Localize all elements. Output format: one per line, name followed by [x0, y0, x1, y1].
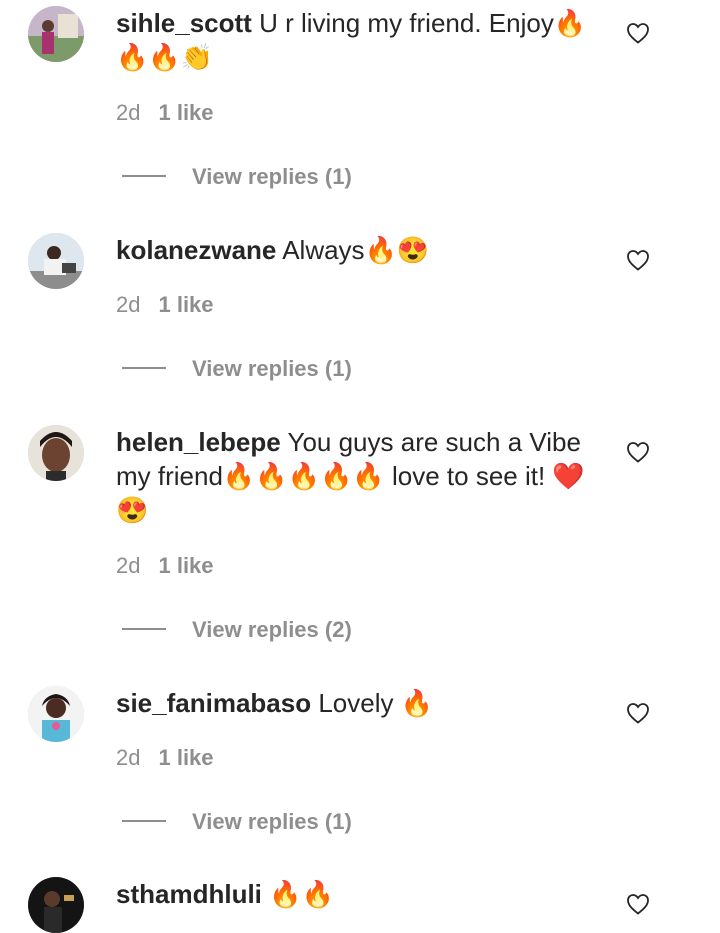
comment-meta: 2d 1 like: [116, 745, 214, 771]
view-replies-label[interactable]: View replies (1): [192, 356, 352, 381]
comment-likes[interactable]: 1 like: [158, 292, 213, 317]
comment-likes[interactable]: 1 like: [158, 100, 213, 125]
comment-time: 2d: [116, 100, 141, 125]
heart-outline-icon[interactable]: [626, 702, 650, 724]
heart-outline-icon[interactable]: [626, 22, 650, 44]
view-replies-button[interactable]: View replies (1): [122, 809, 352, 835]
comment-time: 2d: [116, 553, 141, 578]
avatar[interactable]: [28, 425, 84, 481]
comment-text: sie_fanimabaso Lovely 🔥: [116, 686, 596, 720]
view-replies-label[interactable]: View replies (1): [192, 809, 352, 834]
avatar[interactable]: [28, 233, 84, 289]
view-replies-button[interactable]: View replies (2): [122, 617, 352, 643]
comment-body: Lovely 🔥: [318, 688, 434, 718]
divider: [122, 175, 166, 178]
comment-time: 2d: [116, 292, 141, 317]
view-replies-label[interactable]: View replies (2): [192, 617, 352, 642]
heart-outline-icon[interactable]: [626, 249, 650, 271]
comment-meta: 2d 1 like: [116, 553, 214, 579]
comment-text: sthamdhluli 🔥🔥: [116, 877, 596, 911]
comment-text: kolanezwane Always🔥😍: [116, 233, 596, 267]
view-replies-label[interactable]: View replies (1): [192, 164, 352, 189]
comment-likes[interactable]: 1 like: [158, 553, 213, 578]
divider: [122, 367, 166, 370]
comment-time: 2d: [116, 745, 141, 770]
heart-outline-icon[interactable]: [626, 441, 650, 463]
comment-body: Always🔥😍: [282, 235, 430, 265]
comment-username[interactable]: sthamdhluli: [116, 879, 262, 909]
comment-text: helen_lebepe You guys are such a Vibe my…: [116, 425, 596, 527]
divider: [122, 820, 166, 823]
heart-outline-icon[interactable]: [626, 893, 650, 915]
comment-username[interactable]: kolanezwane: [116, 235, 276, 265]
view-replies-button[interactable]: View replies (1): [122, 356, 352, 382]
divider: [122, 628, 166, 631]
comment-likes[interactable]: 1 like: [158, 745, 213, 770]
comment-meta: 2d 1 like: [116, 292, 214, 318]
comment-username[interactable]: sihle_scott: [116, 8, 252, 38]
comment-username[interactable]: sie_fanimabaso: [116, 688, 311, 718]
comment-body: 🔥🔥: [269, 879, 334, 909]
comment-text: sihle_scott U r living my friend. Enjoy🔥…: [116, 6, 596, 74]
comment-meta: 2d 1 like: [116, 100, 214, 126]
view-replies-button[interactable]: View replies (1): [122, 164, 352, 190]
comment-username[interactable]: helen_lebepe: [116, 427, 281, 457]
avatar[interactable]: [28, 6, 84, 62]
avatar[interactable]: [28, 686, 84, 742]
avatar[interactable]: [28, 877, 84, 933]
